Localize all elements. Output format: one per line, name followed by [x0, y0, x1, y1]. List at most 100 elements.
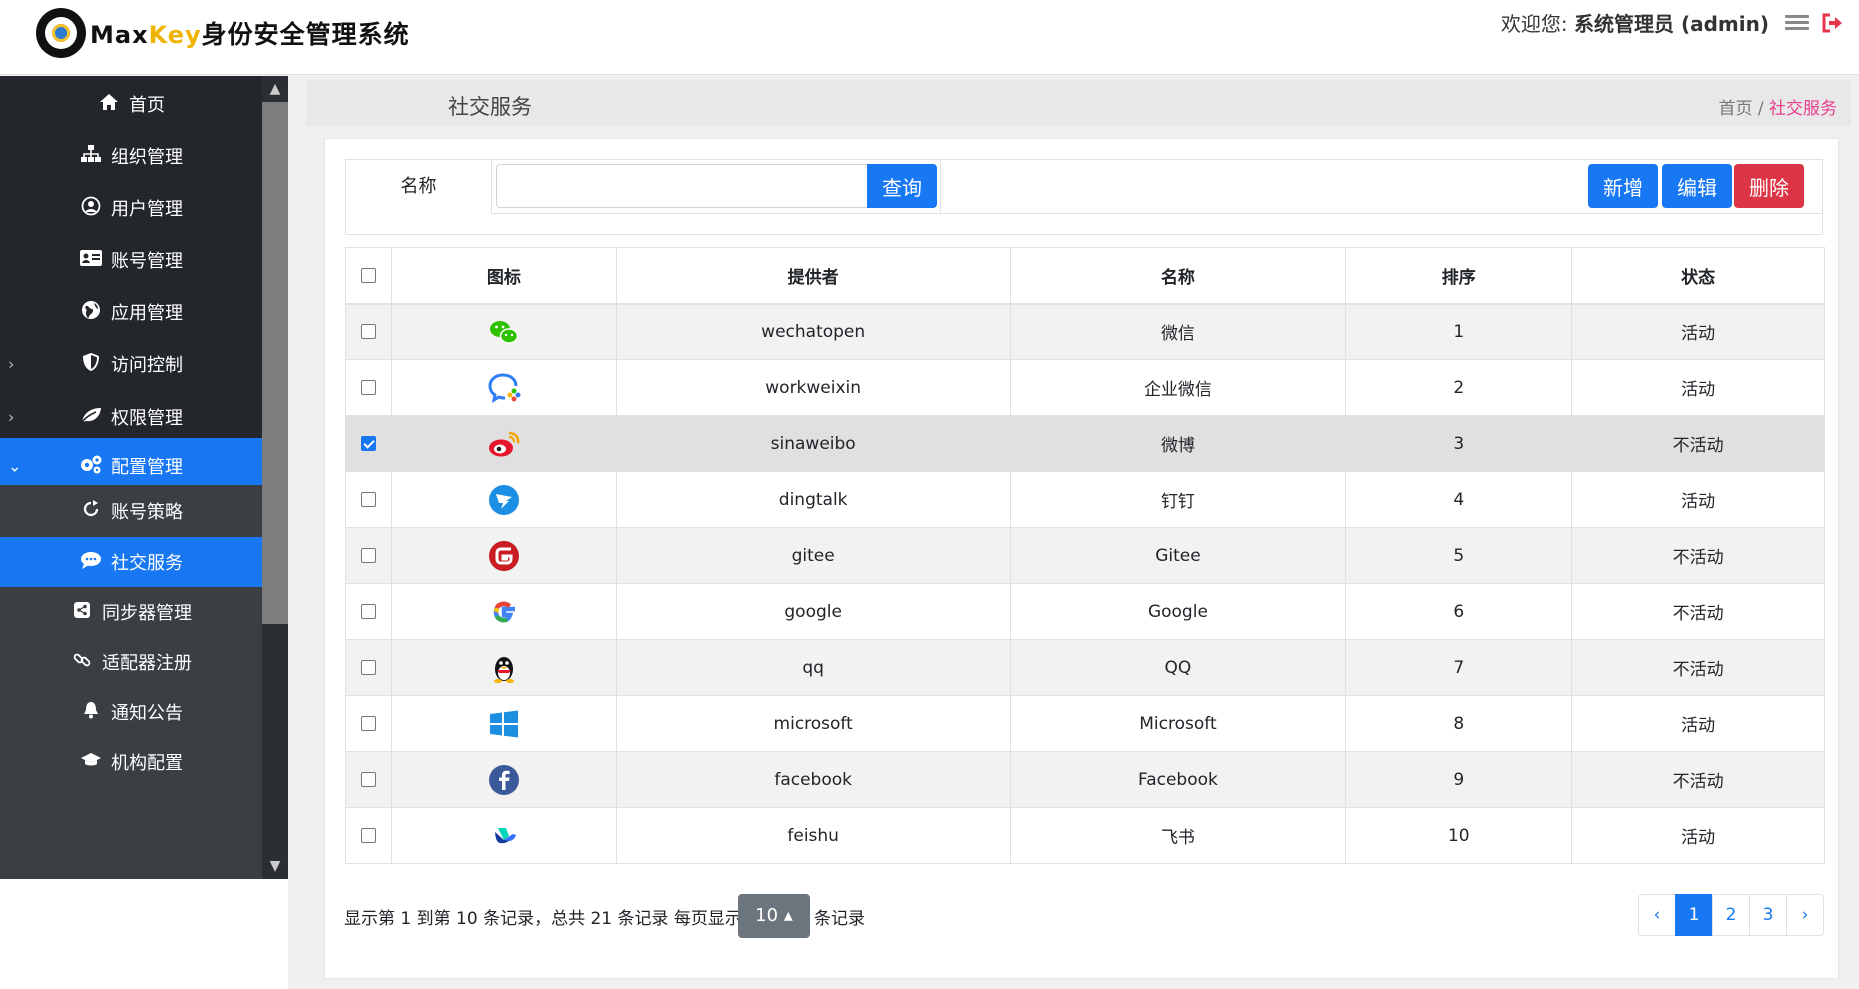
order-cell: 1	[1345, 303, 1573, 360]
table-row[interactable]: wechatopen 微信 1 活动	[345, 303, 1825, 360]
row-checkbox-cell[interactable]	[345, 527, 392, 584]
sidebar-scrollbar-thumb[interactable]	[262, 102, 288, 624]
microsoft-icon	[487, 707, 521, 741]
add-button[interactable]: 新增	[1588, 164, 1658, 208]
logo-text: MaxKey身份安全管理系统	[90, 15, 410, 51]
edit-button[interactable]: 编辑	[1662, 164, 1732, 208]
column-header-name[interactable]: 名称	[1009, 247, 1347, 305]
name-cell: QQ	[1009, 639, 1347, 696]
org-tree-icon	[79, 144, 103, 168]
row-checkbox-cell[interactable]	[345, 583, 392, 640]
sidebar-item-accounts[interactable]: 账号管理	[0, 232, 262, 288]
icon-cell	[390, 359, 617, 416]
sidebar-sub-bg	[0, 787, 262, 879]
sidebar-item-notices[interactable]: 通知公告	[0, 687, 262, 737]
row-checkbox[interactable]	[360, 660, 376, 675]
menu-toggle-icon[interactable]	[1785, 12, 1809, 36]
logout-icon[interactable]	[1821, 12, 1845, 36]
table-row[interactable]: microsoft Microsoft 8 活动	[345, 695, 1825, 752]
name-cell: 微博	[1009, 415, 1347, 472]
sidebar-footer-blank	[0, 879, 288, 989]
row-checkbox[interactable]	[360, 604, 376, 619]
sidebar-item-access-control[interactable]: › 访问控制	[0, 336, 262, 392]
column-header-status[interactable]: 状态	[1571, 247, 1825, 305]
sidebar-item-users[interactable]: 用户管理	[0, 180, 262, 236]
icon-cell	[390, 583, 617, 640]
row-checkbox-cell[interactable]	[345, 359, 392, 416]
delete-button[interactable]: 删除	[1734, 164, 1804, 208]
gitee-icon	[487, 539, 521, 573]
select-all-checkbox[interactable]	[360, 267, 376, 283]
sidebar-item-account-policy[interactable]: 账号策略	[0, 485, 262, 537]
sidebar-item-adapter-registry[interactable]: 适配器注册	[0, 637, 262, 687]
select-all-cell[interactable]	[345, 247, 392, 305]
row-checkbox[interactable]	[360, 548, 376, 563]
search-divider	[940, 160, 941, 214]
sidebar-item-home[interactable]: 首页	[0, 76, 262, 132]
scroll-up-icon[interactable]: ▲	[262, 76, 288, 102]
column-header-order[interactable]: 排序	[1345, 247, 1573, 305]
facebook-icon	[487, 763, 521, 797]
sidebar-item-org[interactable]: 组织管理	[0, 128, 262, 184]
pagination-next[interactable]: ›	[1786, 894, 1824, 936]
row-checkbox-cell[interactable]	[345, 639, 392, 696]
status-cell: 活动	[1571, 695, 1825, 752]
logo-max: Max	[90, 21, 149, 49]
pagination-prev[interactable]: ‹	[1638, 894, 1676, 936]
column-header-provider[interactable]: 提供者	[615, 247, 1011, 305]
table-row[interactable]: dingtalk 钉钉 4 活动	[345, 471, 1825, 528]
row-checkbox-cell[interactable]	[345, 695, 392, 752]
table-row[interactable]: facebook Facebook 9 不活动	[345, 751, 1825, 808]
icon-cell	[390, 471, 617, 528]
row-checkbox[interactable]	[360, 324, 376, 340]
workweixin-icon	[487, 371, 521, 405]
row-checkbox-cell[interactable]	[345, 415, 392, 472]
status-cell: 活动	[1571, 807, 1825, 864]
page-size-dropdown[interactable]: 10 ▴	[738, 894, 810, 938]
table-row[interactable]: google Google 6 不活动	[345, 583, 1825, 640]
name-cell: 飞书	[1009, 807, 1347, 864]
table-row[interactable]: feishu 飞书 10 活动	[345, 807, 1825, 864]
row-checkbox-cell[interactable]	[345, 471, 392, 528]
provider-cell: dingtalk	[615, 471, 1011, 528]
search-label: 名称	[346, 160, 492, 214]
weibo-icon	[487, 427, 521, 461]
sidebar-item-label: 社交服务	[111, 553, 183, 574]
sidebar-item-permissions[interactable]: › 权限管理	[0, 389, 262, 445]
sidebar-item-institution-config[interactable]: 机构配置	[0, 737, 262, 787]
sidebar-item-label: 通知公告	[111, 703, 183, 724]
name-cell: Facebook	[1009, 751, 1347, 808]
table-row[interactable]: qq QQ 7 不活动	[345, 639, 1825, 696]
row-checkbox[interactable]	[360, 772, 376, 787]
social-providers-table: 图标 提供者 名称 排序 状态 wechatopen 微信 1 活动 workw…	[345, 247, 1825, 864]
column-header-icon[interactable]: 图标	[390, 247, 617, 305]
row-checkbox-cell[interactable]	[345, 303, 392, 360]
row-checkbox-cell[interactable]	[345, 807, 392, 864]
row-checkbox[interactable]	[360, 380, 376, 395]
row-checkbox[interactable]	[360, 492, 376, 507]
table-row[interactable]: sinaweibo 微博 3 不活动	[345, 415, 1825, 472]
row-checkbox[interactable]	[360, 436, 376, 451]
search-input[interactable]	[496, 164, 868, 208]
sidebar-item-label: 账号策略	[111, 502, 183, 523]
sidebar-item-social-services[interactable]: 社交服务	[0, 537, 262, 587]
scroll-down-icon[interactable]: ▼	[262, 853, 288, 879]
order-cell: 7	[1345, 639, 1573, 696]
sidebar-item-apps[interactable]: 应用管理	[0, 284, 262, 340]
row-checkbox[interactable]	[360, 716, 376, 731]
status-cell: 活动	[1571, 303, 1825, 360]
sidebar-item-synchronizers[interactable]: 同步器管理	[0, 587, 262, 637]
app-logo[interactable]: MaxKey身份安全管理系统	[36, 8, 410, 58]
pagination-page-2[interactable]: 2	[1712, 894, 1750, 936]
icon-cell	[390, 695, 617, 752]
breadcrumb-home[interactable]: 首页	[1718, 99, 1752, 119]
query-button[interactable]: 查询	[867, 164, 937, 208]
icon-cell	[390, 639, 617, 696]
table-row[interactable]: gitee Gitee 5 不活动	[345, 527, 1825, 584]
table-row[interactable]: workweixin 企业微信 2 活动	[345, 359, 1825, 416]
pagination-page-1[interactable]: 1	[1675, 894, 1713, 936]
row-checkbox[interactable]	[360, 828, 376, 843]
pagination-page-3[interactable]: 3	[1749, 894, 1787, 936]
row-checkbox-cell[interactable]	[345, 751, 392, 808]
user-circle-icon	[79, 196, 103, 221]
